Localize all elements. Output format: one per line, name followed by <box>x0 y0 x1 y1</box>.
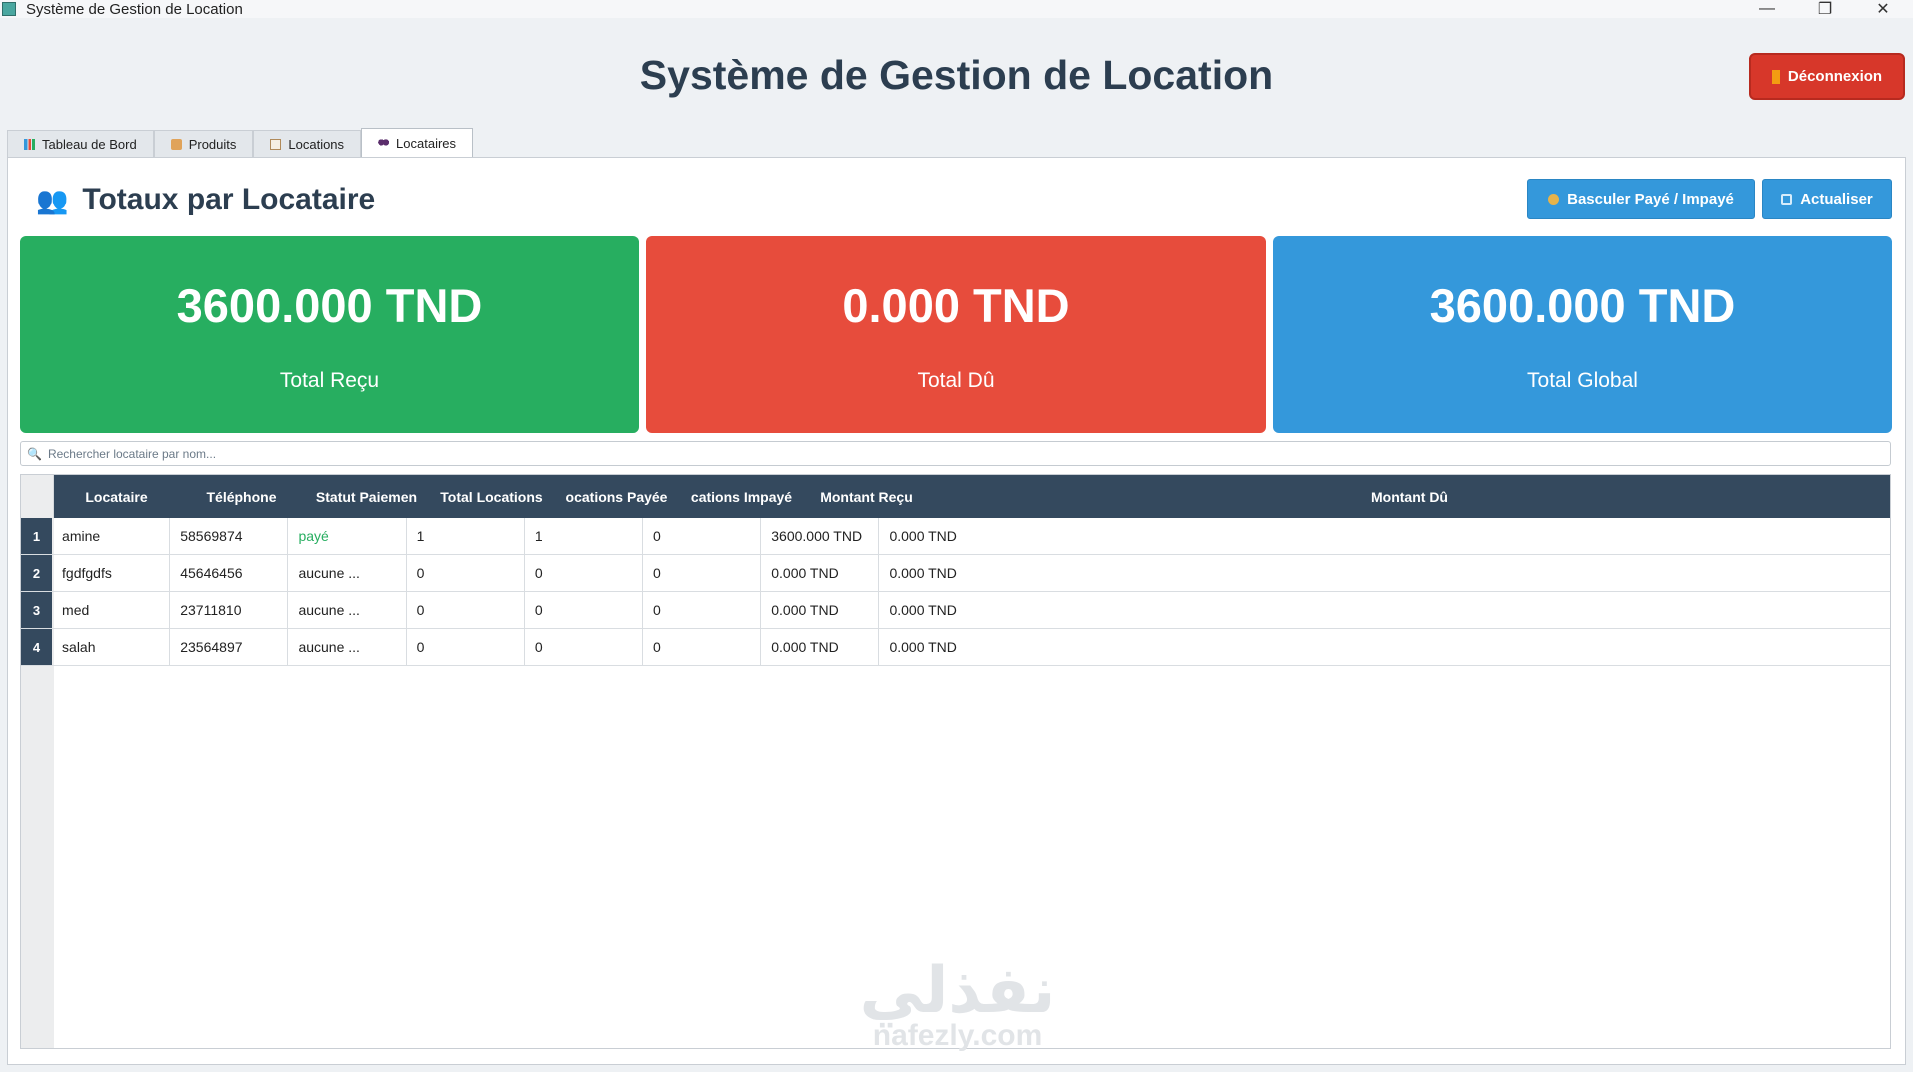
refresh-label: Actualiser <box>1800 190 1873 208</box>
toggle-paid-button[interactable]: Basculer Payé / Impayé <box>1527 179 1755 219</box>
refresh-icon <box>1781 193 1793 205</box>
cell-amount-due[interactable]: 0.000 TND <box>879 629 1890 665</box>
search-placeholder: Rechercher locataire par nom... <box>47 446 217 461</box>
card-amount: 3600.000 TND <box>1429 279 1736 332</box>
cell-phone[interactable]: 23711810 <box>170 592 289 628</box>
cell-total-rentals[interactable]: 0 <box>407 629 525 665</box>
cell-phone[interactable]: 45646456 <box>170 555 289 591</box>
cell-total-rentals[interactable]: 0 <box>407 555 525 591</box>
window-titlebar: Système de Gestion de Location <box>0 0 1913 18</box>
page-title: Système de Gestion de Location <box>639 52 1274 98</box>
cell-total-rentals[interactable]: 0 <box>407 592 525 628</box>
cell-phone[interactable]: 58569874 <box>170 518 289 554</box>
app-icon <box>2 2 16 16</box>
card-label: Total Reçu <box>279 369 380 392</box>
cell-total-rentals[interactable]: 1 <box>407 518 525 554</box>
logout-button[interactable]: Déconnexion <box>1749 53 1905 100</box>
close-button[interactable]: ✕ <box>1854 0 1912 18</box>
row-number[interactable]: 1 <box>21 518 53 554</box>
row-number[interactable]: 3 <box>21 592 53 628</box>
column-header-unpaid-rentals[interactable]: cations Impayé <box>679 475 804 518</box>
tab-label: Locataires <box>396 136 457 151</box>
tab-dashboard[interactable]: Tableau de Bord <box>7 130 154 158</box>
tab-label: Locations <box>288 137 345 152</box>
cell-tenant[interactable]: salah <box>52 629 171 665</box>
card-total-global: 3600.000 TND Total Global <box>1273 236 1892 433</box>
section-title: 👥 Totaux par Locataire <box>36 183 375 217</box>
cell-tenant[interactable]: amine <box>52 518 171 554</box>
cell-payment-status[interactable]: aucune ... <box>288 555 407 591</box>
watermark-latin: nafezly.com <box>872 1019 1043 1052</box>
table-header: Locataire Téléphone Statut Paiemen Total… <box>54 475 1890 518</box>
card-label: Total Global <box>1527 369 1638 392</box>
logout-label: Déconnexion <box>1787 68 1883 85</box>
tab-products[interactable]: Produits <box>153 130 254 158</box>
column-header-phone[interactable]: Téléphone <box>179 475 304 518</box>
table-row[interactable]: 4 salah 23564897 aucune ... 0 0 0 0.000 TND 0.00… <box>21 629 1890 666</box>
column-header-paid-rentals[interactable]: ocations Payée <box>554 475 679 518</box>
tab-tenants[interactable]: Locataires <box>361 128 474 158</box>
minimize-button[interactable]: — <box>1738 0 1796 18</box>
door-icon <box>1771 69 1780 84</box>
table-row[interactable]: 3 med 23711810 aucune ... 0 0 0 0.000 TND 0.000 … <box>21 592 1890 629</box>
people-icon: 👥 <box>36 184 69 215</box>
refresh-button[interactable]: Actualiser <box>1762 179 1892 219</box>
cell-amount-due[interactable]: 0.000 TND <box>879 518 1890 554</box>
cell-amount-received[interactable]: 3600.000 TND <box>761 518 880 554</box>
cell-payment-status[interactable]: aucune ... <box>288 592 407 628</box>
people-icon <box>378 138 390 149</box>
tab-label: Produits <box>188 137 237 152</box>
cell-tenant[interactable]: med <box>52 592 171 628</box>
tab-label: Tableau de Bord <box>42 137 137 152</box>
column-header-payment-status[interactable]: Statut Paiemen <box>304 475 429 518</box>
section-title-text: Totaux par Locataire <box>82 183 376 216</box>
cell-paid-rentals[interactable]: 0 <box>525 629 644 665</box>
window-title: Système de Gestion de Location <box>26 0 243 18</box>
cell-payment-status[interactable]: aucune ... <box>288 629 407 665</box>
cell-paid-rentals[interactable]: 0 <box>525 555 644 591</box>
cell-paid-rentals[interactable]: 0 <box>525 592 644 628</box>
cell-unpaid-rentals[interactable]: 0 <box>643 518 762 554</box>
cell-phone[interactable]: 23564897 <box>170 629 289 665</box>
cell-amount-received[interactable]: 0.000 TND <box>761 592 880 628</box>
table-row[interactable]: 2 fgdfgdfs 45646456 aucune ... 0 0 0 0.000 TND 0… <box>21 555 1890 592</box>
cell-amount-due[interactable]: 0.000 TND <box>879 555 1890 591</box>
cell-unpaid-rentals[interactable]: 0 <box>643 629 762 665</box>
card-amount: 3600.000 TND <box>176 279 483 332</box>
search-input[interactable]: 🔍 Rechercher locataire par nom... <box>20 441 1891 466</box>
cell-amount-received[interactable]: 0.000 TND <box>761 629 880 665</box>
column-header-tenant[interactable]: Locataire <box>54 475 179 518</box>
cell-amount-received[interactable]: 0.000 TND <box>761 555 880 591</box>
search-icon: 🔍 <box>27 446 42 461</box>
cell-amount-due[interactable]: 0.000 TND <box>879 592 1890 628</box>
row-number[interactable]: 4 <box>21 629 53 665</box>
watermark: نفذلي nafezly.com <box>850 955 1065 1053</box>
column-header-total-rentals[interactable]: Total Locations <box>429 475 554 518</box>
tab-locations[interactable]: Locations <box>253 130 362 158</box>
cell-unpaid-rentals[interactable]: 0 <box>643 555 762 591</box>
table-corner[interactable] <box>21 475 54 518</box>
money-bag-icon <box>1548 193 1560 205</box>
cell-tenant[interactable]: fgdfgdfs <box>52 555 171 591</box>
card-total-received: 3600.000 TND Total Reçu <box>20 236 639 433</box>
card-amount: 0.000 TND <box>842 279 1070 332</box>
cell-payment-status[interactable]: payé <box>288 518 407 554</box>
table-row[interactable]: 1 amine 58569874 payé 1 1 0 3600.000 TND 0.000 T… <box>21 518 1890 555</box>
toggle-paid-label: Basculer Payé / Impayé <box>1567 190 1734 208</box>
maximize-button[interactable]: ❐ <box>1796 0 1854 18</box>
cell-unpaid-rentals[interactable]: 0 <box>643 592 762 628</box>
clipboard-icon <box>270 139 282 150</box>
column-header-amount-due[interactable]: Montant Dû <box>929 475 1890 518</box>
row-number[interactable]: 2 <box>21 555 53 591</box>
box-icon <box>170 139 182 150</box>
tab-bar: Tableau de Bord Produits Locations Locat… <box>7 128 474 158</box>
card-label: Total Dû <box>917 369 995 392</box>
bar-chart-icon <box>24 139 35 150</box>
column-header-amount-received[interactable]: Montant Reçu <box>804 475 929 518</box>
card-total-due: 0.000 TND Total Dû <box>646 236 1266 433</box>
watermark-arabic: نفذلي <box>859 954 1056 1026</box>
table-body: 1 amine 58569874 payé 1 1 0 3600.000 TND 0.000 T… <box>21 518 1890 666</box>
cell-paid-rentals[interactable]: 1 <box>525 518 644 554</box>
